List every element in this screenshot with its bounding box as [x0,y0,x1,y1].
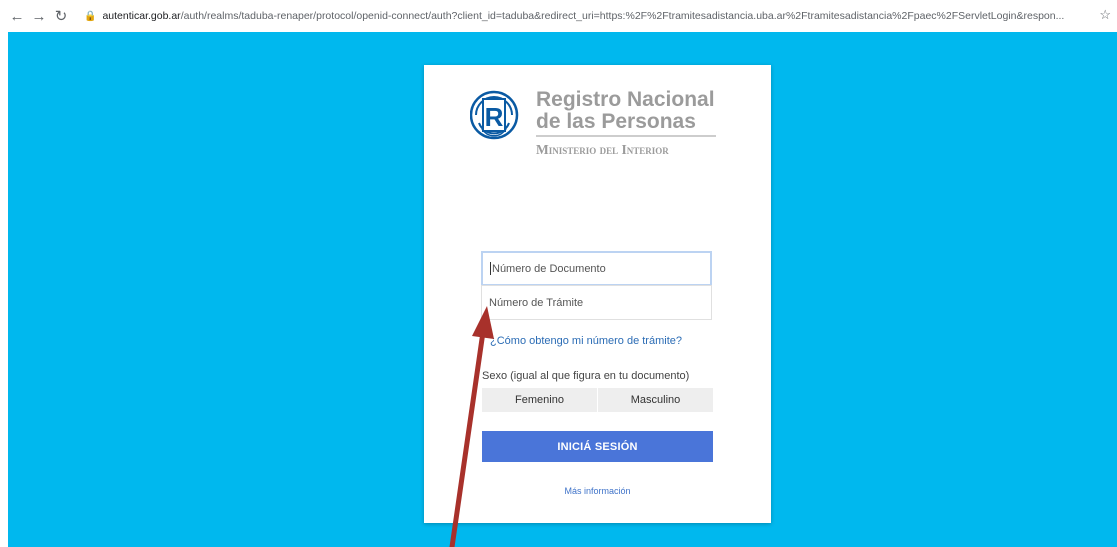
annotation-arrow-icon [449,306,494,547]
